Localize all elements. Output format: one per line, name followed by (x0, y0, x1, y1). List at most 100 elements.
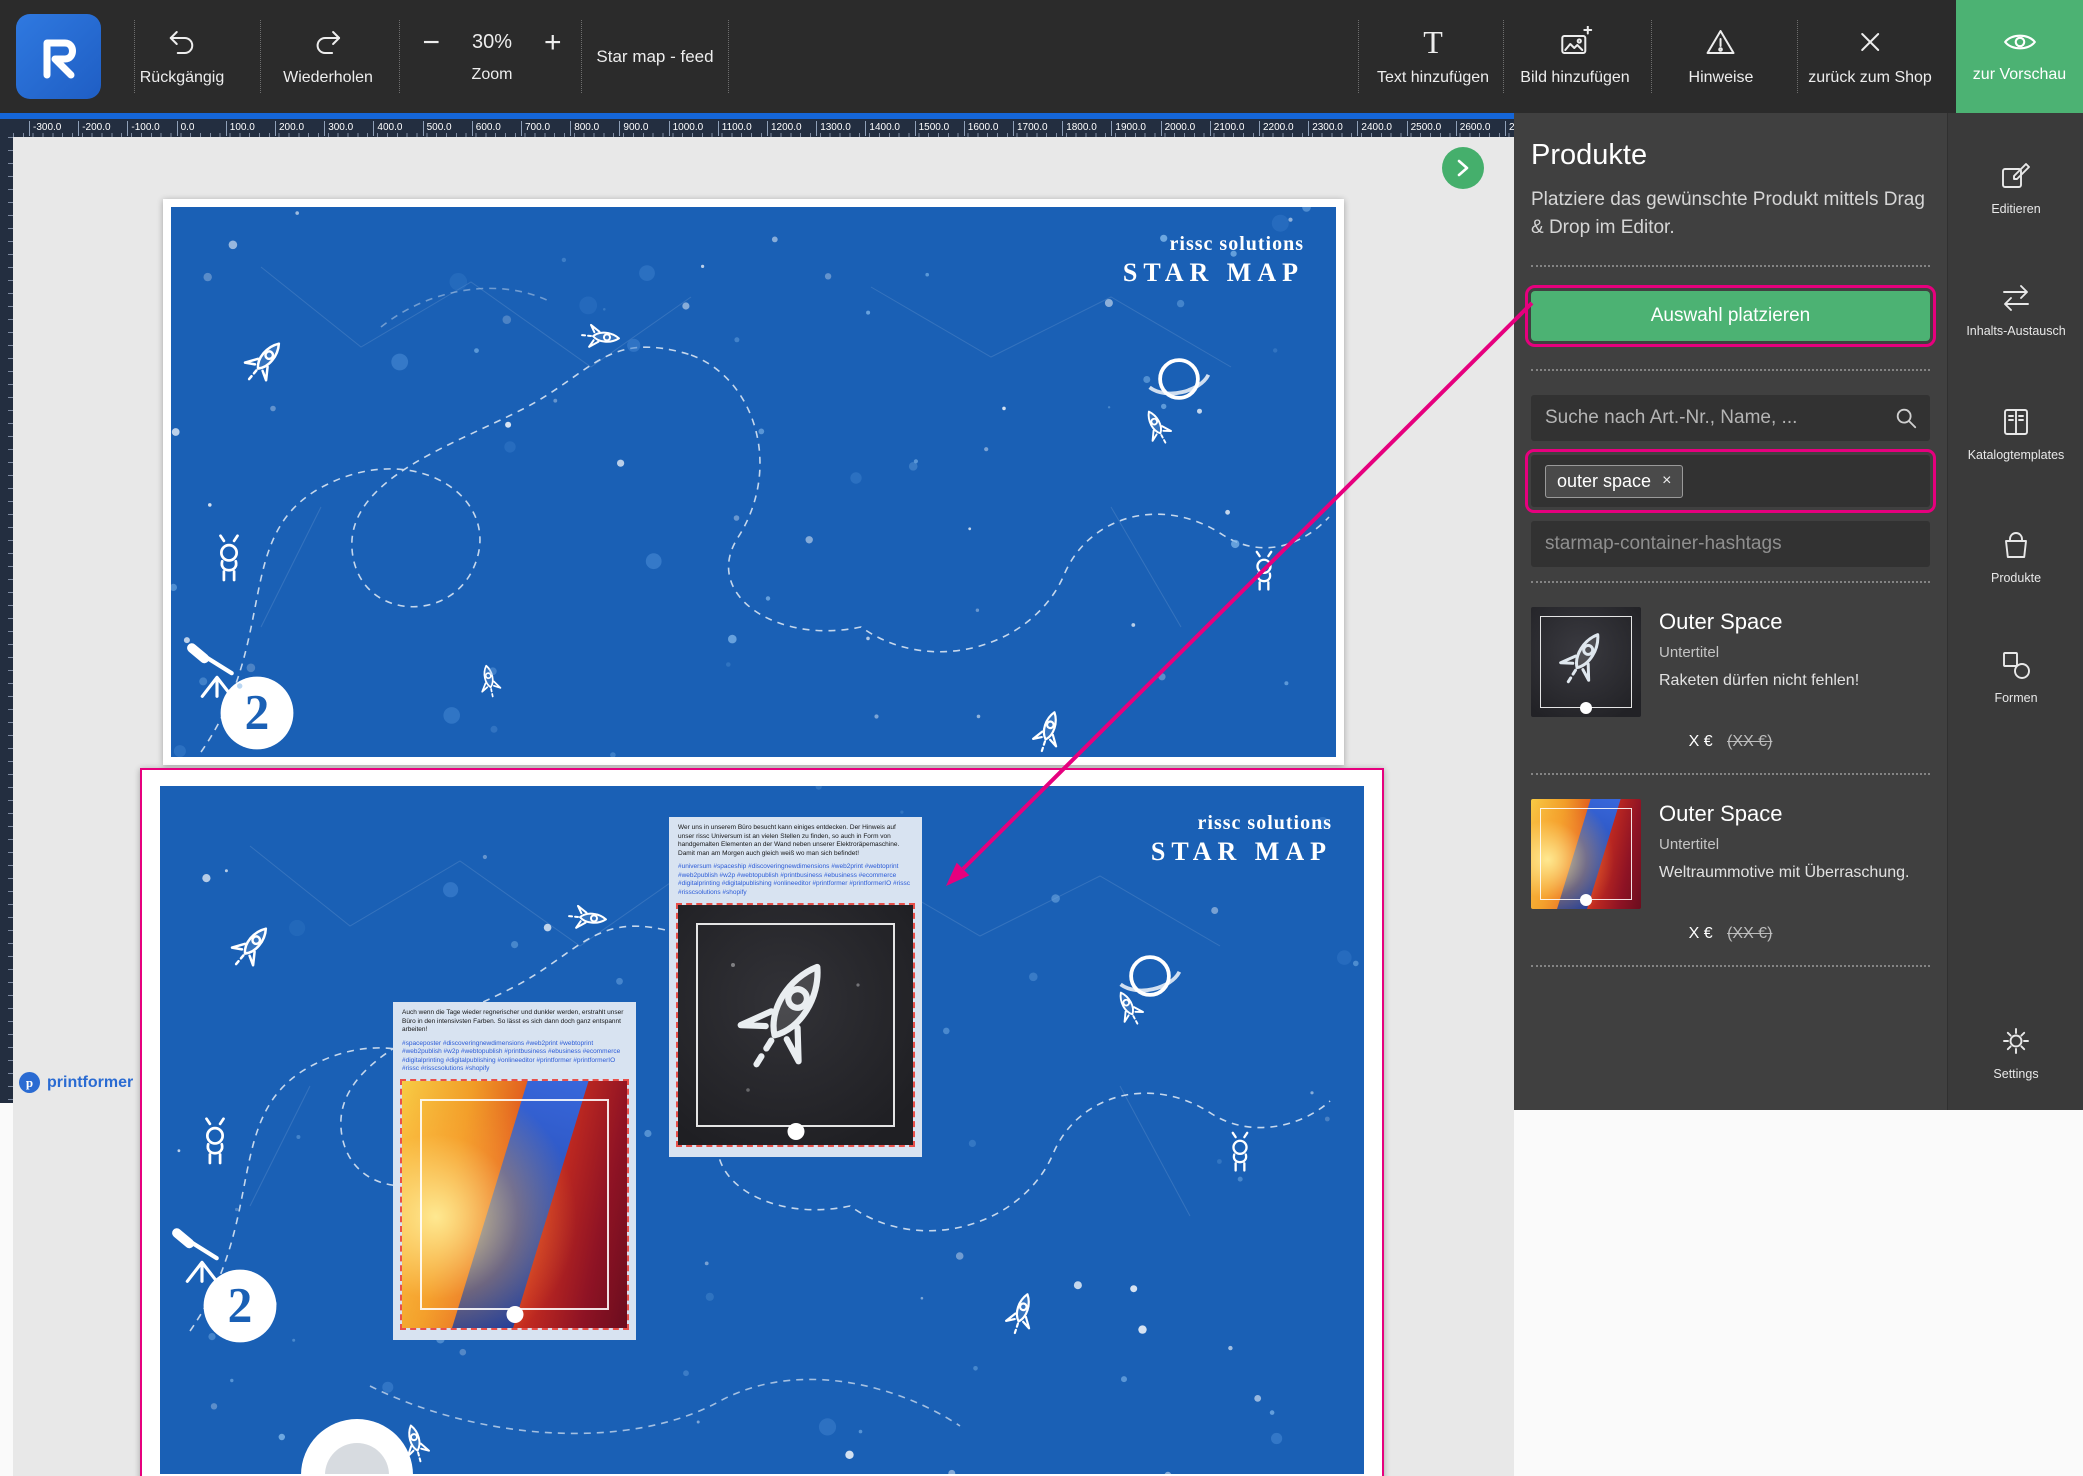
chevron-right-icon (1455, 158, 1471, 178)
rissc-logo-icon (221, 677, 294, 750)
product-card-lava[interactable]: Outer Space Untertitel Weltraummotive mi… (1531, 799, 1930, 909)
telescope-icon (192, 648, 232, 696)
printformer-logo[interactable] (16, 14, 101, 99)
product-price: X € (1689, 925, 1713, 942)
ruler-tick: 100.0 (226, 121, 255, 136)
product-subtitle: Untertitel (1659, 836, 1909, 853)
search-input[interactable] (1531, 395, 1930, 441)
product-price-row: X € (XX €) (1531, 733, 1930, 751)
poster-page-1[interactable]: rissc solutions STAR MAP (163, 199, 1344, 765)
ruler-tick: 1000.0 (669, 121, 704, 136)
ruler-tick: 2400.0 (1357, 121, 1392, 136)
star-map-poster-2[interactable]: rissc solutions STAR MAP Wer uns in unse… (160, 786, 1364, 1474)
rail-item-katalogtemplates[interactable]: Katalogtemplates (1948, 399, 2083, 468)
poster-page-2-selected[interactable]: rissc solutions STAR MAP Wer uns in unse… (140, 768, 1384, 1476)
rissc-logo-icon (204, 1270, 277, 1343)
ruler-tick: 2600.0 (1456, 121, 1491, 136)
placed-product-lava[interactable]: Auch wenn die Tage wieder regnerischer u… (393, 1002, 636, 1340)
zoom-label: Zoom (472, 66, 513, 84)
ruler-tick: 300.0 (324, 121, 353, 136)
placed-product-text: Wer uns in unserem Büro besucht kann ein… (678, 824, 913, 858)
placed-image-lava[interactable] (402, 1081, 627, 1328)
undo-button[interactable]: Rückgängig (140, 0, 225, 113)
poster-title: STAR MAP (1151, 837, 1332, 867)
toolbar-separator (1651, 20, 1652, 93)
ruler-tick: 1200.0 (767, 121, 802, 136)
star-map-decoration-1 (171, 207, 1336, 757)
rissc-logo-dot (1580, 702, 1592, 714)
search-icon[interactable] (1894, 406, 1918, 430)
zoom-out-button[interactable]: − (418, 30, 444, 56)
redo-label: Wiederholen (283, 69, 373, 87)
rail-item-settings[interactable]: Settings (1948, 1018, 2083, 1087)
rail-item-editieren[interactable]: Editieren (1948, 153, 2083, 222)
ruler-tick: 2500.0 (1407, 121, 1442, 136)
ruler-tick: 200.0 (275, 121, 304, 136)
ruler-tick: 1300.0 (816, 121, 851, 136)
dotted-divider (1531, 369, 1930, 371)
alien-icon (207, 1119, 224, 1163)
add-image-button[interactable]: Bild hinzufügen (1520, 0, 1629, 113)
dotted-divider (1531, 773, 1930, 775)
toolbar-separator (728, 20, 729, 93)
rocket-icon (581, 324, 620, 349)
poster-title: STAR MAP (1123, 258, 1304, 288)
hints-button[interactable]: Hinweise (1689, 0, 1754, 113)
printformer-watermark: p printformer (19, 1072, 133, 1093)
place-selection-button[interactable]: Auswahl platzieren (1531, 291, 1930, 341)
preview-button[interactable]: zur Vorschau (1956, 0, 2083, 113)
ruler-tick: 600.0 (472, 121, 501, 136)
rissc-logo-dot (787, 1123, 804, 1140)
redo-button[interactable]: Wiederholen (283, 0, 373, 113)
product-subtitle: Untertitel (1659, 644, 1859, 661)
horizontal-ruler: -300.0-200.0-100.00.0100.0200.0300.0400.… (13, 119, 1514, 137)
add-image-label: Bild hinzufügen (1520, 69, 1629, 87)
rail-item-produkte[interactable]: Produkte (1948, 522, 2083, 591)
ruler-tick: 1100.0 (718, 121, 752, 136)
edit-icon (1999, 159, 2033, 193)
rocket-icon (1030, 709, 1066, 755)
product-thumbnail-lava[interactable] (1531, 799, 1641, 909)
printformer-logo-icon (33, 31, 85, 83)
filter-tag-chip[interactable]: outer space × (1545, 465, 1683, 498)
products-panel: Produkte Platziere das gewünschte Produk… (1514, 113, 1947, 1110)
remove-tag-icon[interactable]: × (1662, 473, 1671, 489)
toolbar-separator (1358, 20, 1359, 93)
document-name: Star map - feed (596, 0, 713, 113)
rocket-icon (1003, 1291, 1039, 1337)
tag-filter-field[interactable]: outer space × (1531, 455, 1930, 507)
image-icon (1558, 26, 1592, 58)
poster-brand: rissc solutions (1123, 233, 1304, 256)
placed-image-rocket[interactable] (678, 905, 913, 1145)
zoom-in-button[interactable]: + (540, 30, 566, 56)
placed-product-rocket[interactable]: Wer uns in unserem Büro besucht kann ein… (669, 817, 922, 1157)
poster-brand: rissc solutions (1151, 812, 1332, 835)
product-card-rocket[interactable]: Outer Space Untertitel Raketen dürfen ni… (1531, 607, 1930, 717)
product-thumbnail-rocket[interactable] (1531, 607, 1641, 717)
photo-frame (1540, 808, 1632, 900)
ruler-corner (0, 119, 13, 137)
ruler-tick: -200.0 (78, 121, 110, 136)
hashtag-container-field[interactable]: starmap-container-hashtags (1531, 521, 1930, 567)
chalk-rocket-drawing (678, 905, 909, 1145)
alien-icon (1257, 552, 1272, 590)
gear-icon (1999, 1024, 2033, 1058)
add-text-button[interactable]: T Text hinzufügen (1377, 0, 1489, 113)
placed-product-hashtags: #universum #spaceship #discoveringnewdim… (678, 863, 913, 897)
product-name: Outer Space (1659, 801, 1909, 827)
star-map-poster-1[interactable]: rissc solutions STAR MAP (171, 207, 1336, 757)
ruler-tick: 1800.0 (1062, 121, 1097, 136)
catalog-icon (1999, 405, 2033, 439)
back-to-shop-button[interactable]: zurück zum Shop (1808, 0, 1932, 113)
ruler-tick: 700.0 (521, 121, 550, 136)
rail-item-formen[interactable]: Formen (1948, 642, 2083, 711)
placed-product-hashtags: #spaceposter #discoveringnewdimensions #… (402, 1040, 627, 1074)
product-description: Weltraummotive mit Überraschung. (1659, 864, 1909, 882)
poster-brand-block: rissc solutions STAR MAP (1151, 812, 1332, 867)
rocket-icon (477, 664, 502, 699)
redo-icon (312, 26, 344, 58)
dotted-divider (1531, 581, 1930, 583)
rail-item-inhalts-austausch[interactable]: Inhalts-Austausch (1948, 275, 2083, 344)
back-to-shop-label: zurück zum Shop (1808, 69, 1932, 87)
sidebar-collapse-button[interactable] (1442, 147, 1484, 189)
